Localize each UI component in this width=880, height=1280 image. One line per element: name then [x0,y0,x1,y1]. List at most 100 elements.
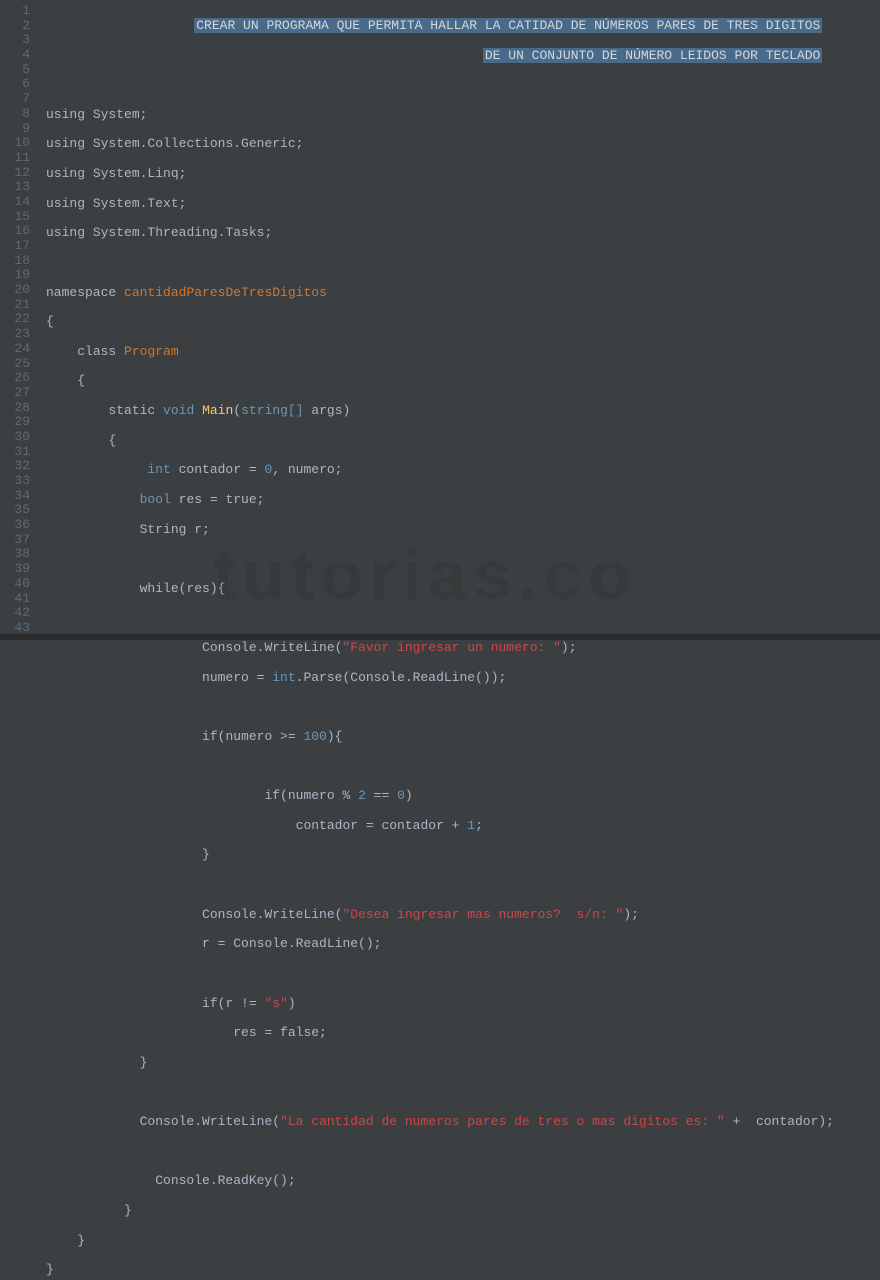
code-line: using System.Linq; [46,167,880,182]
code-line [46,760,880,775]
punct: ){ [327,729,343,744]
expr: + contador); [725,1114,834,1129]
ns: System.Linq; [93,166,187,181]
code-editor[interactable]: 1234567891011121314151617181920212223242… [0,0,880,640]
cond: (r != [218,996,265,1011]
line-number: 12 [0,166,30,181]
line-number: 29 [0,415,30,430]
code-line [46,967,880,982]
code-line: Console.WriteLine("La cantidad de numero… [46,1115,880,1130]
code-line [46,78,880,93]
num: 0 [397,788,405,803]
line-gutter: 1234567891011121314151617181920212223242… [0,0,38,640]
line-number: 36 [0,518,30,533]
punct: ; [475,818,483,833]
line-number: 37 [0,533,30,548]
line-number: 27 [0,386,30,401]
num: 100 [303,729,326,744]
line-number: 6 [0,77,30,92]
code-area[interactable]: CREAR UN PROGRAMA QUE PERMITA HALLAR LA … [38,0,880,640]
code-line: using System.Threading.Tasks; [46,226,880,241]
line-number: 22 [0,312,30,327]
kw-type: void [163,403,194,418]
code-line: contador = contador + 1; [46,819,880,834]
namespace-name: cantidadParesDeTresDigitos [124,285,327,300]
brace: { [108,433,116,448]
code-line: if(numero >= 100){ [46,730,880,745]
brace: } [202,847,210,862]
punct: ); [561,640,577,655]
decl: String r; [140,522,210,537]
kw: using [46,166,85,181]
num: 2 [358,788,366,803]
line-number: 8 [0,107,30,122]
line-number: 14 [0,195,30,210]
kw: using [46,225,85,240]
param: args) [304,403,351,418]
kw-type: int [272,670,295,685]
code-line: class Program [46,345,880,360]
line-number: 30 [0,430,30,445]
call: Console.WriteLine( [140,1114,280,1129]
line-number: 9 [0,122,30,137]
code-line [46,700,880,715]
line-number: 39 [0,562,30,577]
code-line: bool res = true; [46,493,880,508]
code-line [46,552,880,567]
code-line [46,1085,880,1100]
code-line: { [46,374,880,389]
code-line: String r; [46,523,880,538]
string-lit: "s" [264,996,287,1011]
line-number: 31 [0,445,30,460]
brace: } [46,1262,54,1277]
kw: namespace [46,285,116,300]
line-number: 32 [0,459,30,474]
cond: (numero % [280,788,358,803]
line-number: 1 [0,4,30,19]
line-number: 42 [0,606,30,621]
code-line: } [46,848,880,863]
code-line: r = Console.ReadLine(); [46,937,880,952]
code-line: using System.Collections.Generic; [46,137,880,152]
kw: using [46,136,85,151]
assign: res = false; [233,1025,327,1040]
code-line: numero = int.Parse(Console.ReadLine()); [46,671,880,686]
code-line: } [46,1056,880,1071]
ns: System.Text; [93,196,187,211]
kw: while [140,581,179,596]
line-number: 38 [0,547,30,562]
line-number: 33 [0,474,30,489]
call: .Parse(Console.ReadLine()); [296,670,507,685]
code-line [46,611,880,626]
punct: ); [623,907,639,922]
code-line: Console.WriteLine("Desea ingresar mas nu… [46,908,880,923]
code-line [46,1145,880,1160]
cond: (numero >= [218,729,304,744]
punct: ) [405,788,413,803]
line-number: 7 [0,92,30,107]
line-number: 15 [0,210,30,225]
code-line: { [46,315,880,330]
watermark-text: tutorias.co [213,535,637,616]
line-number: 18 [0,254,30,269]
comment-highlight: CREAR UN PROGRAMA QUE PERMITA HALLAR LA … [194,18,822,33]
brace: } [77,1233,85,1248]
call: Console.ReadKey(); [155,1173,295,1188]
line-number: 24 [0,342,30,357]
brace: { [46,314,54,329]
ns: System.Collections.Generic; [93,136,304,151]
line-number: 26 [0,371,30,386]
code-line: res = false; [46,1026,880,1041]
code-line: if(r != "s") [46,997,880,1012]
code-line: using System; [46,108,880,123]
comment-highlight: DE UN CONJUNTO DE NÚMERO LEIDOS POR TECL… [483,48,822,63]
method-name: Main [202,403,233,418]
kw-type: int [147,462,170,477]
code-line [46,256,880,271]
kw: if [264,788,280,803]
line-number: 19 [0,268,30,283]
string-lit: "Favor ingresar un numero: " [342,640,560,655]
line-number: 11 [0,151,30,166]
line-number: 41 [0,592,30,607]
kw: class [77,344,116,359]
